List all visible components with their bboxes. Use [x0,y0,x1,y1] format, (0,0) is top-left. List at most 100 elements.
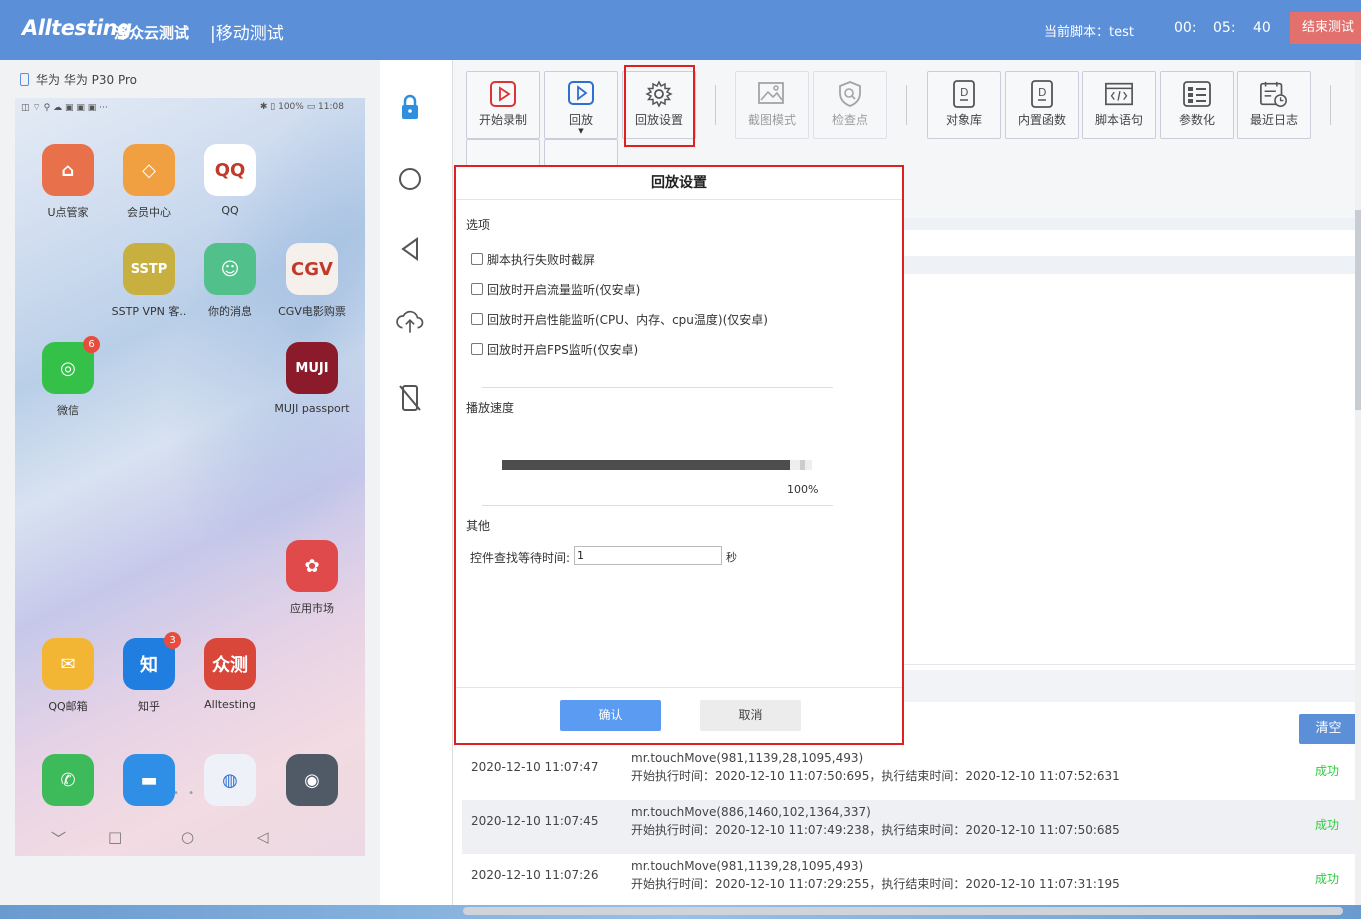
no-phone-icon[interactable] [395,383,425,413]
dropdown-caret-icon[interactable]: ▼ [545,128,617,135]
object-library-label: 对象库 [945,113,982,127]
app-icon[interactable]: CGV CGV电影购票 [272,243,352,319]
checkbox[interactable] [471,253,483,265]
option-label: 回放时开启性能监听(CPU、内存、cpu温度)(仅安卓) [487,313,768,327]
speed-slider-track[interactable] [502,460,790,470]
wait-time-input[interactable]: 1 [574,546,722,565]
app-glyph: 众测 [204,638,256,690]
toolbar-divider [715,85,716,125]
dock-glyph: ◉ [286,754,338,806]
nav-collapse-icon[interactable]: ﹀ [51,828,66,849]
app-glyph: MUJI [286,342,338,394]
app-icon[interactable]: ☺ 你的消息 [190,243,270,319]
app-label: U点管家 [47,206,89,219]
option-screenshot-on-fail[interactable]: 脚本执行失败时截屏 [471,251,595,268]
dock-app-icon[interactable]: ✆ [28,754,108,806]
log-detail: 开始执行时间：2020-12-10 11:07:50:695，执行结束时间：20… [631,769,1120,783]
recent-logs-button[interactable]: 最近日志 [1237,71,1311,139]
app-label: SSTP VPN 客.. [111,305,187,318]
object-library-button[interactable]: D 对象库 [927,71,1001,139]
object-library-icon: D [949,79,979,109]
checkbox[interactable] [471,343,483,355]
app-icon[interactable]: QQ QQ [190,144,270,217]
device-name-label: 华为 华为 P30 Pro [36,73,137,87]
script-statements-label: 脚本语句 [1094,113,1143,127]
app-glyph: ⌂ [42,144,94,196]
device-name: 华为 华为 P30 Pro [20,71,137,88]
vertical-scrollbar-thumb[interactable] [1355,210,1361,410]
app-icon[interactable]: ✉ QQ邮箱 [28,638,108,714]
option-traffic-monitor[interactable]: 回放时开启流量监听(仅安卓) [471,281,640,298]
log-time: 2020-12-10 11:07:47 [471,760,599,774]
nav-recent-icon[interactable]: □ [108,828,122,846]
section-divider [482,387,833,388]
app-label: 会员中心 [127,206,171,219]
speed-percent: 100% [787,483,819,496]
dock-app-icon[interactable]: ◉ [272,754,352,806]
wait-time-label: 控件查找等待时间: [470,551,571,565]
app-icon[interactable]: ✿ 应用市场 [272,540,352,616]
checkbox[interactable] [471,313,483,325]
dock-glyph: ◍ [204,754,256,806]
dock-app-icon[interactable]: ▬ [109,754,189,806]
checkbox[interactable] [471,283,483,295]
app-icon[interactable]: SSTP SSTP VPN 客.. [109,243,189,319]
dock-app-icon[interactable]: ◍ [190,754,270,806]
back-triangle-icon[interactable] [395,234,425,264]
options-label: 选项 [466,218,491,232]
log-command: mr.touchMove(981,1139,28,1095,493) [631,751,864,765]
app-icon[interactable]: ◇ 会员中心 [109,144,189,220]
cloud-upload-icon[interactable] [395,306,425,336]
log-row[interactable]: 2020-12-10 11:07:45 mr.touchMove(886,1460… [462,800,1361,854]
status-bar: ◫ ⌔ ⚲ ☁ ▣ ▣ ▣ ··· ✱ ▯ 100% ▭ 11:08 [21,102,359,116]
app-label: 知乎 [138,700,160,713]
app-glyph: ✉ [42,638,94,690]
log-row[interactable]: 2020-12-10 11:07:47 mr.touchMove(981,1139… [462,746,1361,800]
option-fps-monitor[interactable]: 回放时开启FPS监听(仅安卓) [471,341,638,358]
builtin-functions-button[interactable]: D 内置函数 [1005,71,1079,139]
lock-icon[interactable] [395,93,425,123]
device-screen[interactable]: ◫ ⌔ ⚲ ☁ ▣ ▣ ▣ ··· ✱ ▯ 100% ▭ 11:08 ⌂ U点管家… [15,98,365,856]
clear-button[interactable]: 清空 [1299,714,1358,744]
status-left: ◫ ⌔ ⚲ ☁ ▣ ▣ ▣ ··· [21,103,108,113]
playback-label: 回放 [568,113,593,127]
cancel-button[interactable]: 取消 [700,700,801,731]
app-icon[interactable]: ◎ 6 微信 [28,336,108,418]
shield-search-icon [835,79,865,109]
end-test-button[interactable]: 结束测试 [1290,12,1361,44]
checkpoint-button[interactable]: 检查点 [813,71,887,139]
section-title: |移动测试 [210,24,284,44]
app-icon[interactable]: 知 3 知乎 [109,632,189,714]
app-icon[interactable]: MUJI MUJI passport [272,342,352,415]
app-glyph: QQ [204,144,256,196]
playback-button[interactable]: 回放 ▼ [544,71,618,139]
app-label: QQ邮箱 [48,700,88,713]
divider-line [903,664,1361,665]
log-row[interactable]: 2020-12-10 11:07:26 mr.touchMove(981,1139… [462,854,1361,908]
extra-tool-button[interactable] [466,139,540,167]
nav-back-icon[interactable]: ◁ [257,828,269,846]
playback-settings-dialog: 回放设置 选项 脚本执行失败时截屏 回放时开启流量监听(仅安卓) 回放时开启性能… [454,165,904,745]
nav-home-icon[interactable]: ○ [181,828,194,846]
image-icon [757,79,787,109]
extra-tool-button[interactable] [544,139,618,167]
confirm-button[interactable]: 确认 [560,700,661,731]
svg-text:D: D [960,86,968,99]
table-header-band [903,218,1361,230]
other-label: 其他 [466,519,491,533]
app-icon[interactable]: 众测 Alltesting [190,638,270,711]
log-detail: 开始执行时间：2020-12-10 11:07:49:238，执行结束时间：20… [631,823,1120,837]
option-performance-monitor[interactable]: 回放时开启性能监听(CPU、内存、cpu温度)(仅安卓) [471,311,768,328]
app-label: 应用市场 [290,602,334,615]
vertical-scrollbar[interactable] [1355,60,1361,905]
app-icon[interactable]: ⌂ U点管家 [28,144,108,220]
script-statements-button[interactable]: 脚本语句 [1082,71,1156,139]
start-record-button[interactable]: 开始录制 [466,71,540,139]
log-status: 成功 [1314,818,1339,832]
screenshot-mode-button[interactable]: 截图模式 [735,71,809,139]
parameterize-button[interactable]: 参数化 [1160,71,1234,139]
speed-slider-handle[interactable] [800,460,805,470]
horizontal-scrollbar[interactable] [463,907,1343,915]
circle-icon[interactable] [395,164,425,194]
log-status: 成功 [1314,764,1339,778]
